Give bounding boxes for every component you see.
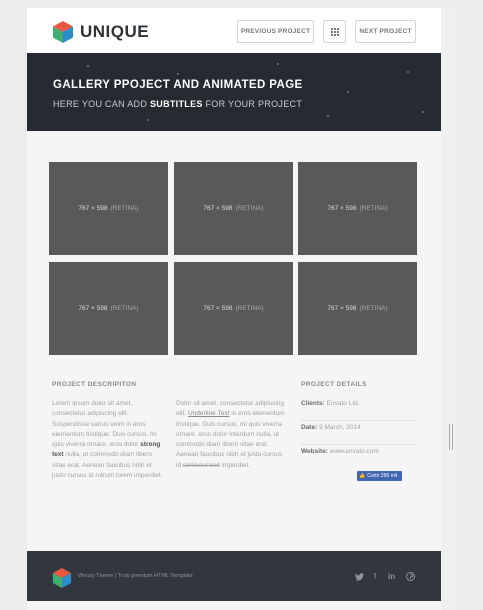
header: UNIQUE PREVIOUS PROJECT NEXT PROJECT (27, 8, 441, 53)
logo-text[interactable]: UNIQUE (80, 22, 149, 42)
website-link[interactable]: www.envato.com (330, 448, 379, 455)
page-subtitle: HERE YOU CAN ADD SUBTITLES FOR YOUR PROJ… (53, 99, 303, 109)
next-project-button[interactable]: NEXT PROJECT (355, 20, 416, 43)
detail-clients: Clients: Envato Ltd. (301, 397, 417, 421)
gallery-image[interactable]: 767 × 598 (RETINA) (174, 162, 293, 255)
details-title: PROJECT DETAILS (301, 381, 367, 388)
facebook-thumb-icon: 👍 (359, 473, 366, 479)
cube-logo-icon[interactable] (52, 20, 74, 44)
grid-icon (330, 27, 339, 36)
linkedin-icon[interactable]: in (388, 572, 395, 581)
description-title: PROJECT DESCRIPITON (52, 381, 137, 388)
footer-text: Woozy Theme | Truly premium HTML Templat… (78, 573, 193, 579)
underline-link[interactable]: Underline Text (188, 410, 229, 417)
description-column-1: Lorem ipsum dolor sit amet, consectetur … (52, 400, 163, 480)
cube-logo-icon[interactable] (52, 567, 72, 589)
grid-view-button[interactable] (323, 20, 346, 43)
gallery-image[interactable]: 767 × 598 (RETINA) (298, 162, 417, 255)
facebook-icon[interactable]: f (374, 572, 376, 581)
page-title: GALLERY PPOJECT AND ANIMATED PAGE (53, 79, 303, 91)
scrollbar-handle[interactable] (449, 424, 453, 450)
gallery-image[interactable]: 767 × 598 (RETINA) (49, 262, 168, 355)
gallery-image[interactable]: 767 × 598 (RETINA) (298, 262, 417, 355)
facebook-like-button[interactable]: 👍 Curtir 256 mil (357, 471, 402, 481)
page: UNIQUE PREVIOUS PROJECT NEXT PROJECT GAL… (27, 8, 441, 610)
gallery-image[interactable]: 767 × 598 (RETINA) (49, 162, 168, 255)
twitter-icon[interactable] (355, 573, 364, 581)
gallery-image[interactable]: 767 × 598 (RETINA) (174, 262, 293, 355)
pinterest-icon[interactable] (406, 572, 415, 581)
previous-project-button[interactable]: PREVIOUS PROJECT (237, 20, 314, 43)
scrollbar-track[interactable] (441, 8, 457, 610)
footer: Woozy Theme | Truly premium HTML Templat… (27, 551, 441, 601)
hero-banner: GALLERY PPOJECT AND ANIMATED PAGE HERE Y… (27, 53, 441, 131)
description-column-2: Dolor sit amet, consectetur adipiscing e… (176, 400, 285, 469)
detail-website: Website: www.envato.com (301, 448, 379, 455)
detail-date: Date: 9 March, 2014 (301, 421, 417, 445)
strikeout-text: strikeout text (182, 461, 220, 469)
